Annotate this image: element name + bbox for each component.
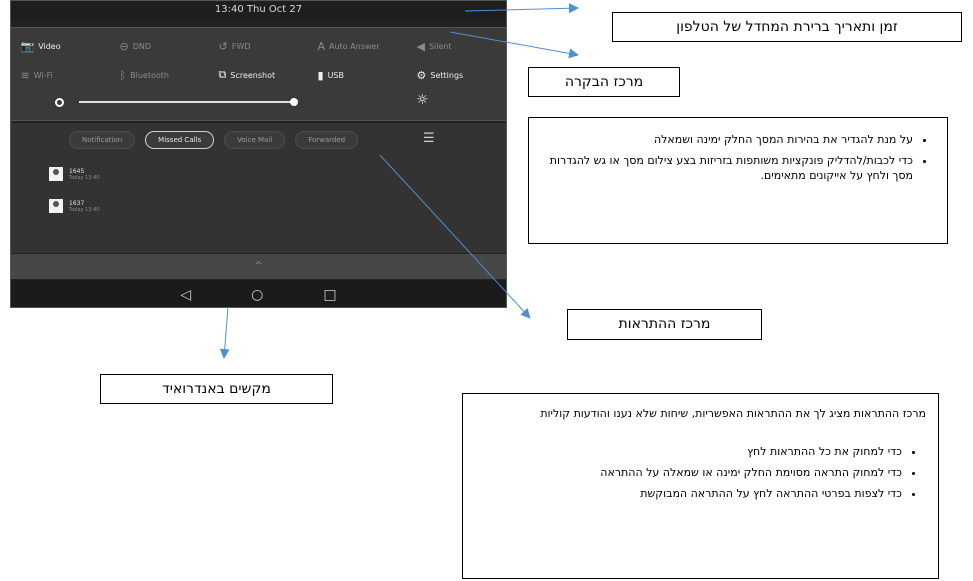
notif-bullet: כדי למחוק התראה מסוימת החלק ימינה או שמא… bbox=[475, 465, 902, 480]
control-center-label: מרכז הבקרה bbox=[528, 67, 680, 97]
notif-bullet: כדי לצפות בפרטי ההתראה לחץ על ההתראה המב… bbox=[475, 486, 902, 501]
control-center-description: על מנת להגדיר את בהירות המסך החלק ימינה … bbox=[528, 117, 948, 244]
notif-bullet: כדי למחוק את כל ההתראות לחץ bbox=[475, 444, 902, 459]
control-bullet: כדי לכבות/להדליק פונקציות משותפות בזריזו… bbox=[539, 153, 913, 183]
notification-center-label: מרכז ההתראות bbox=[567, 309, 762, 340]
notification-intro: מרכז ההתראות מציג לך את ההתראות האפשריות… bbox=[540, 407, 926, 420]
notification-center-description: מרכז ההתראות מציג לך את ההתראות האפשריות… bbox=[462, 393, 939, 579]
control-bullet: על מנת להגדיר את בהירות המסך החלק ימינה … bbox=[539, 132, 913, 147]
android-keys-label: מקשים באנדרואיד bbox=[100, 374, 333, 404]
time-date-label: זמן ותאריך ברירת המחדל של הטלפון bbox=[612, 12, 962, 42]
